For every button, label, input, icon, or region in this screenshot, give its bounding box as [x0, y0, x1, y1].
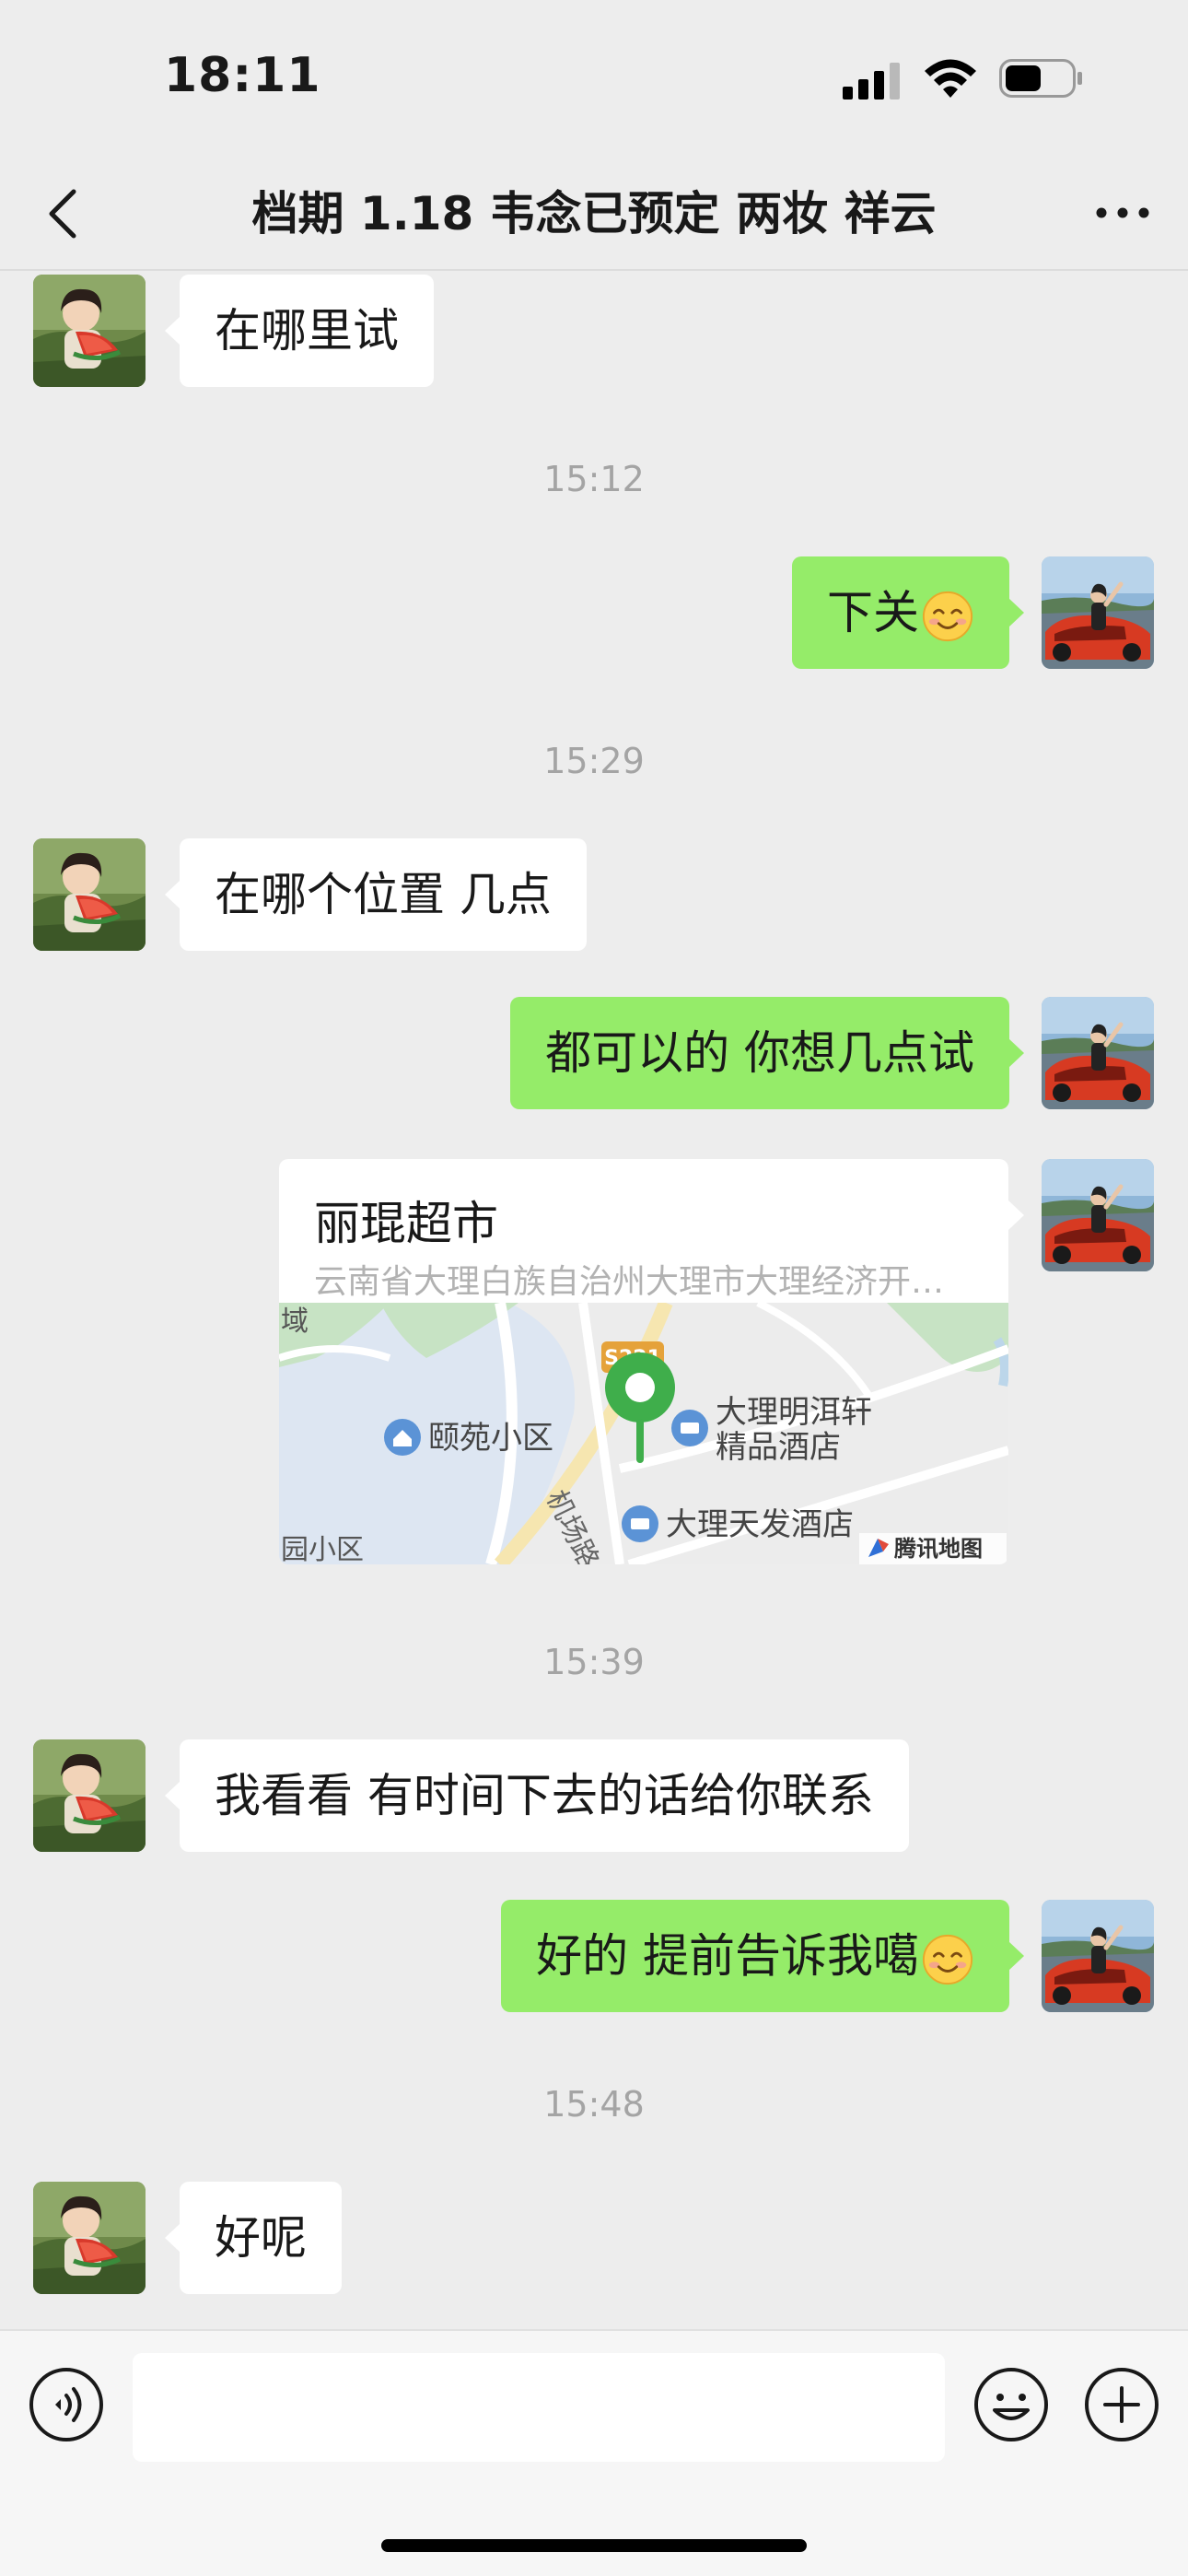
location-address: 云南省大理白族自治州大理市大理经济开…	[314, 1263, 945, 1301]
avatar[interactable]	[1042, 1900, 1154, 2012]
map-preview[interactable]: S221 域 颐苑小区 大理明洱轩	[279, 1303, 1008, 1564]
avatar[interactable]	[1042, 556, 1154, 669]
message-bubble[interactable]: 好的 提前告诉我噶	[501, 1900, 1024, 2012]
smile-emoji-icon	[921, 1933, 974, 1986]
timestamp: 15:39	[543, 1642, 645, 1682]
avatar[interactable]	[33, 275, 146, 387]
timestamp: 15:48	[543, 2084, 645, 2125]
avatar[interactable]	[33, 838, 146, 951]
battery-icon	[999, 59, 1082, 98]
map-label-hotel1-line1: 大理明洱轩	[716, 1394, 872, 1431]
map-label-hotel2: 大理天发酒店	[666, 1506, 854, 1543]
map-label-area-top: 域	[281, 1306, 309, 1338]
message-text: 好的 提前告诉我噶	[536, 1929, 919, 1983]
chat-title: 档期 1.18 韦念已预定 两妆 祥云	[251, 187, 937, 240]
avatar[interactable]	[1042, 997, 1154, 1109]
plus-icon[interactable]	[1083, 2366, 1160, 2443]
bubble-tail	[1008, 1200, 1024, 1230]
home-indicator[interactable]	[381, 2539, 807, 2552]
chevron-left-icon[interactable]	[37, 182, 92, 245]
avatar[interactable]	[33, 1739, 146, 1852]
message-list[interactable]: 在哪里试 15:12 下关 15:29 在哪个位置 几点 都可以的 你想几点试 …	[0, 273, 1188, 2325]
signal-icon	[843, 63, 900, 100]
chat-screen: 18:11 档期 1.18 韦念已预定 两妆 祥云 在哪里试 15:12 下关 …	[0, 0, 1188, 2576]
message-bubble[interactable]: 下关	[792, 556, 1024, 669]
ellipsis-icon[interactable]	[1090, 190, 1155, 236]
message-bubble[interactable]: 我看看 有时间下去的话给你联系	[165, 1739, 909, 1852]
message-bubble[interactable]: 在哪个位置 几点	[165, 838, 587, 951]
message-bubble[interactable]: 都可以的 你想几点试	[510, 997, 1024, 1109]
status-time: 18:11	[164, 48, 321, 103]
map-provider-logo: 腾讯地图	[894, 1536, 983, 1562]
timestamp: 15:29	[543, 741, 645, 781]
nav-bar: 档期 1.18 韦念已预定 两妆 祥云	[0, 157, 1188, 271]
message-bubble[interactable]: 好呢	[165, 2182, 342, 2294]
emoji-icon[interactable]	[973, 2366, 1050, 2443]
location-name: 丽琨超市	[314, 1197, 498, 1250]
avatar[interactable]	[33, 2182, 146, 2294]
map-label-hotel1-line2: 精品酒店	[716, 1429, 841, 1466]
smile-emoji-icon	[921, 590, 974, 643]
voice-icon[interactable]	[28, 2366, 105, 2443]
message-text: 下关	[827, 586, 919, 639]
message-bubble[interactable]: 在哪里试	[165, 275, 434, 387]
status-bar: 18:11	[0, 0, 1188, 157]
map-label-area-bottom: 园小区	[281, 1534, 364, 1564]
timestamp: 15:12	[543, 459, 645, 499]
wifi-icon	[925, 59, 976, 98]
message-input[interactable]	[133, 2353, 945, 2462]
avatar[interactable]	[1042, 1159, 1154, 1271]
location-card[interactable]: 丽琨超市 云南省大理白族自治州大理市大理经济开… 域 颐苑小区 大理明洱轩 精品…	[279, 1159, 1008, 1564]
map-label-residence: 颐苑小区	[428, 1420, 553, 1457]
